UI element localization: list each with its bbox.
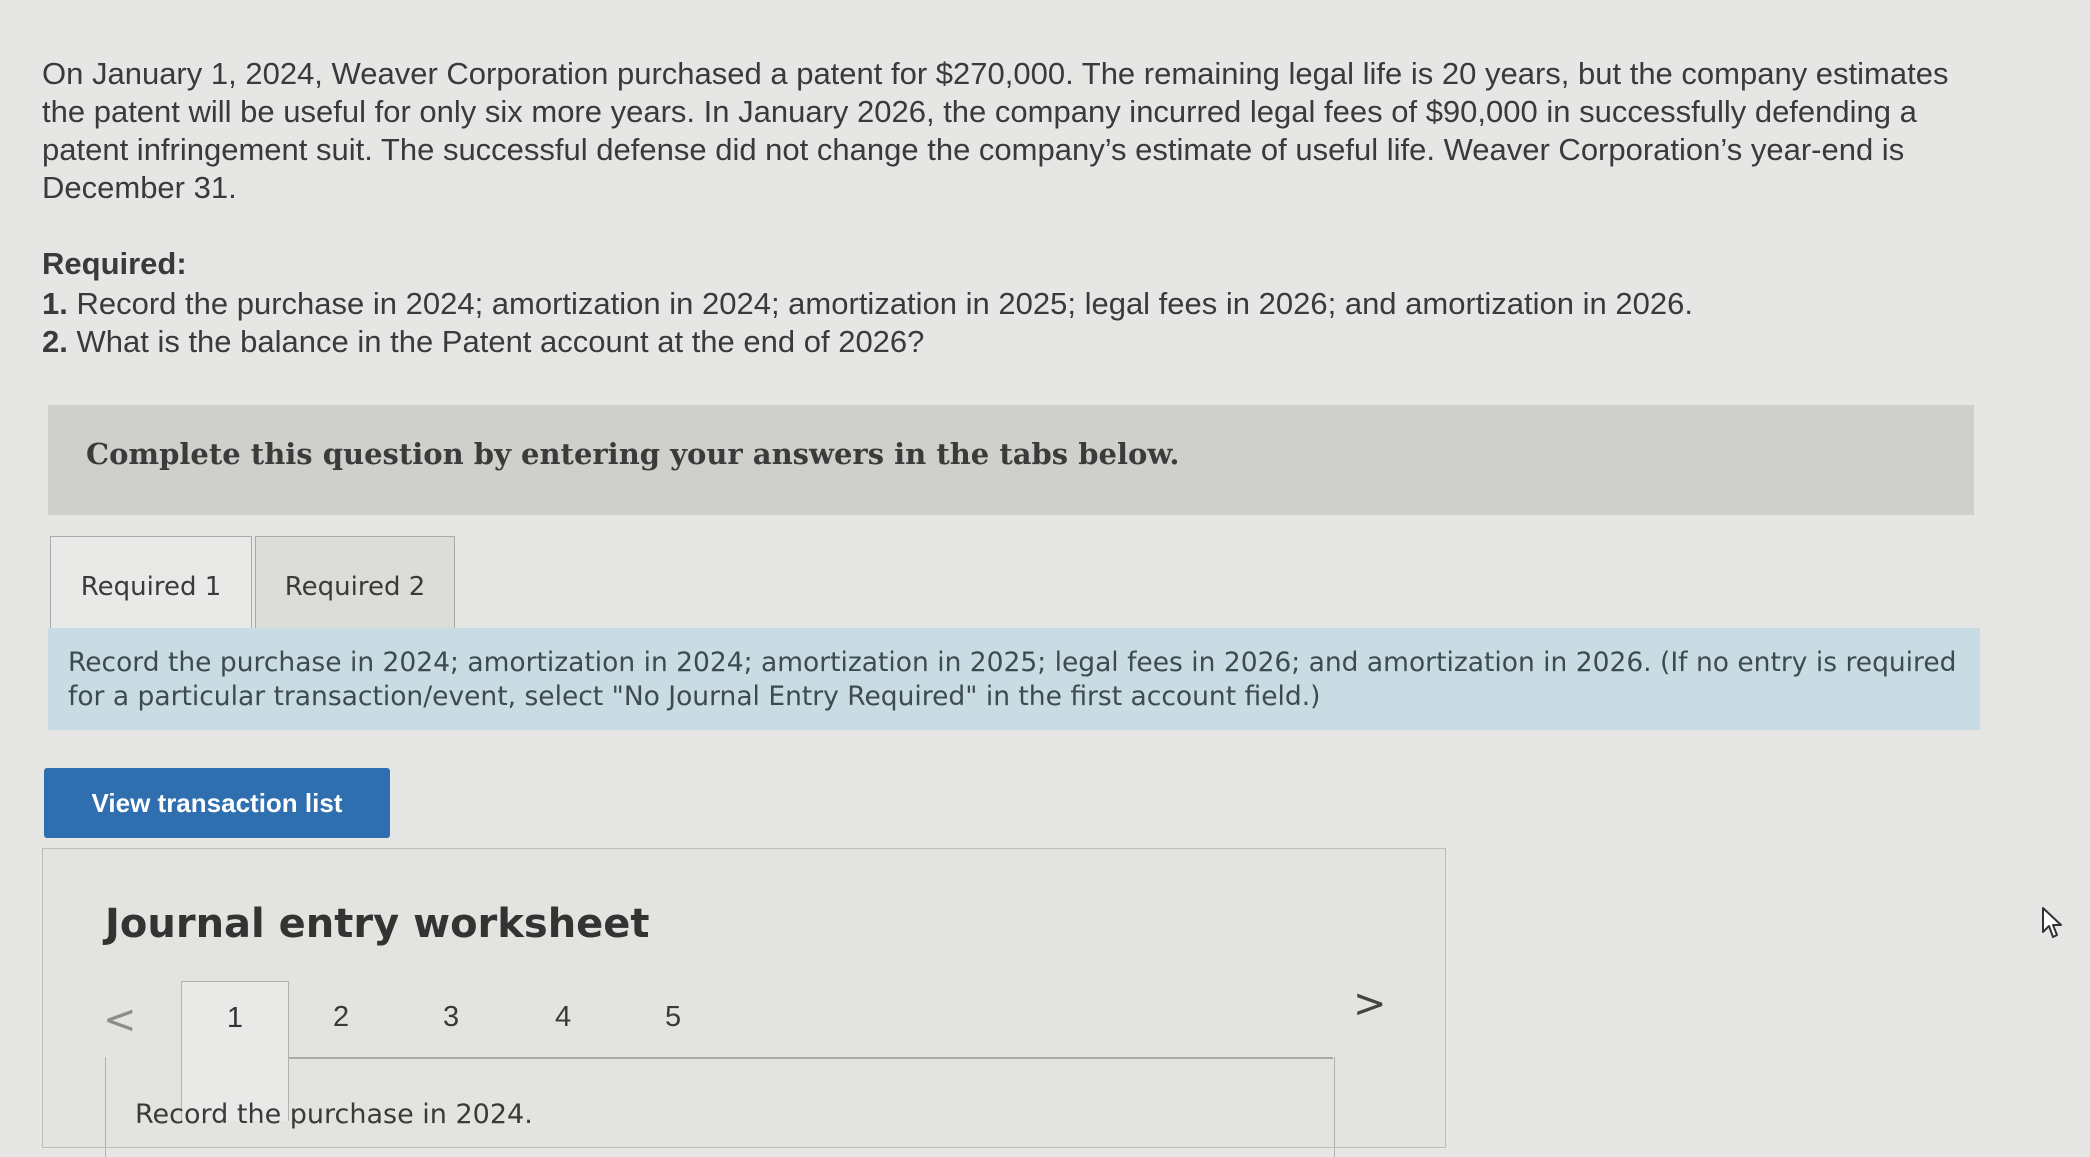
- journal-entry-worksheet: Journal entry worksheet < 1 2 3 4 5 > Re…: [42, 848, 1446, 1157]
- answer-tabs: Required 1 Required 2: [50, 536, 455, 636]
- worksheet-title: Journal entry worksheet: [105, 901, 650, 947]
- instruction-banner: Complete this question by entering your …: [48, 405, 1974, 515]
- step-tab-2[interactable]: 2: [333, 1001, 349, 1034]
- required-section: Required: 1. Record the purchase in 2024…: [42, 245, 1962, 361]
- required-item-2-number: 2.: [42, 324, 68, 359]
- required-item-2-text: What is the balance in the Patent accoun…: [67, 324, 925, 359]
- tab-required-1[interactable]: Required 1: [50, 536, 252, 636]
- mouse-pointer-icon: [2042, 907, 2062, 938]
- required-item-2: 2. What is the balance in the Patent acc…: [42, 323, 1962, 361]
- step-tab-5[interactable]: 5: [665, 1001, 681, 1034]
- chevron-right-icon[interactable]: >: [1353, 981, 1387, 1027]
- step-divider: [289, 1057, 1333, 1059]
- view-transaction-list-button[interactable]: View transaction list: [44, 768, 390, 838]
- chevron-left-icon[interactable]: <: [103, 997, 137, 1043]
- tab-required-2[interactable]: Required 2: [255, 536, 455, 636]
- required-item-1: 1. Record the purchase in 2024; amortiza…: [42, 285, 1962, 323]
- task-instructions: Record the purchase in 2024; amortizatio…: [48, 628, 1980, 730]
- required-item-1-text: Record the purchase in 2024; amortizatio…: [67, 286, 1693, 321]
- required-heading: Required:: [42, 246, 187, 281]
- step-tab-3[interactable]: 3: [443, 1001, 459, 1034]
- required-item-1-number: 1.: [42, 286, 68, 321]
- step-description: Record the purchase in 2024.: [135, 1099, 533, 1130]
- problem-statement: On January 1, 2024, Weaver Corporation p…: [42, 56, 1949, 205]
- step-tab-4[interactable]: 4: [555, 1001, 571, 1034]
